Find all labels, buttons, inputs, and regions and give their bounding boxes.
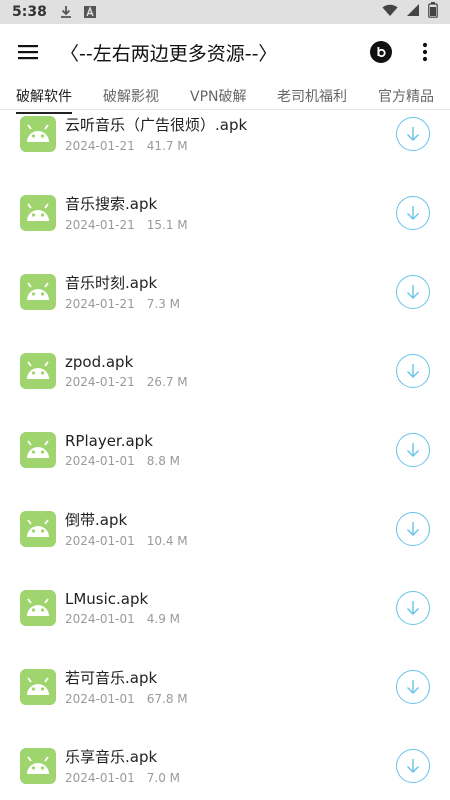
arrow-down-icon xyxy=(407,363,419,378)
list-item[interactable]: 音乐搜索.apk 2024-01-21 15.1 M xyxy=(0,173,450,252)
battery-icon xyxy=(428,2,438,22)
status-bar: 5:38 xyxy=(0,0,450,24)
download-button[interactable] xyxy=(396,669,430,704)
tab-cracked-software[interactable]: 破解软件 xyxy=(16,80,72,114)
download-button[interactable] xyxy=(396,590,430,625)
file-size: 7.0 M xyxy=(146,771,181,785)
arrow-down-icon xyxy=(407,758,419,773)
tab-cracked-video[interactable]: 破解影视 xyxy=(103,80,159,112)
menu-icon[interactable] xyxy=(14,38,42,66)
file-size: 41.7 M xyxy=(146,139,188,153)
android-icon xyxy=(20,431,56,468)
font-icon xyxy=(83,5,97,19)
file-date: 2024-01-01 xyxy=(65,611,135,626)
file-name: 音乐搜索.apk xyxy=(65,195,158,213)
file-list: 云听音乐（广告很烦）.apk 2024-01-21 41.7 M 音乐搜索.apk… xyxy=(0,110,450,800)
wifi-icon xyxy=(382,3,398,21)
arrow-down-icon xyxy=(407,442,419,457)
status-right-icons xyxy=(382,2,438,22)
file-date: 2024-01-21 xyxy=(65,297,135,311)
list-item[interactable]: 倒带.apk 2024-01-01 10.4 M xyxy=(0,489,450,568)
file-size: 7.3 M xyxy=(146,297,181,311)
file-date: 2024-01-01 xyxy=(65,692,135,706)
file-date: 2024-01-01 xyxy=(65,534,135,548)
arrow-down-icon xyxy=(407,205,419,220)
download-button[interactable] xyxy=(396,353,430,388)
android-icon xyxy=(20,352,56,389)
beats-icon[interactable] xyxy=(370,41,392,63)
file-name: 音乐时刻.apk xyxy=(65,274,158,292)
android-icon xyxy=(20,747,56,784)
tab-driver-welfare[interactable]: 老司机福利 xyxy=(277,80,347,112)
android-icon xyxy=(20,589,56,626)
list-item[interactable]: RPlayer.apk 2024-01-01 8.8 M xyxy=(0,410,450,489)
download-button[interactable] xyxy=(396,116,430,151)
file-size: 4.9 M xyxy=(146,611,181,626)
file-name: RPlayer.apk xyxy=(65,431,153,450)
download-button[interactable] xyxy=(396,274,430,309)
file-name: 乐享音乐.apk xyxy=(65,748,158,766)
arrow-down-icon xyxy=(407,126,419,141)
download-button[interactable] xyxy=(396,432,430,467)
file-date: 2024-01-21 xyxy=(65,139,135,153)
file-name: 若可音乐.apk xyxy=(65,669,158,687)
file-size: 15.1 M xyxy=(146,218,188,232)
status-time: 5:38 xyxy=(12,4,47,20)
list-item[interactable]: 音乐时刻.apk 2024-01-21 7.3 M xyxy=(0,252,450,331)
signal-icon xyxy=(406,3,420,21)
android-icon xyxy=(20,194,56,231)
download-button[interactable] xyxy=(396,511,430,546)
list-item[interactable]: 若可音乐.apk 2024-01-01 67.8 M xyxy=(0,647,450,726)
file-date: 2024-01-21 xyxy=(65,218,135,232)
download-icon xyxy=(59,5,73,19)
android-icon xyxy=(20,510,56,547)
file-size: 26.7 M xyxy=(146,374,188,389)
page-title: 〈--左右两边更多资源--〉 xyxy=(60,42,278,65)
tab-official-picks[interactable]: 官方精品 xyxy=(378,80,434,112)
file-date: 2024-01-01 xyxy=(65,453,135,468)
arrow-down-icon xyxy=(407,679,419,694)
file-date: 2024-01-21 xyxy=(65,374,135,389)
file-name: 倒带.apk xyxy=(65,511,128,529)
tab-vpn[interactable]: VPN破解 xyxy=(190,80,247,112)
more-vert-icon[interactable] xyxy=(414,41,436,63)
list-item[interactable]: LMusic.apk 2024-01-01 4.9 M xyxy=(0,568,450,647)
arrow-down-icon xyxy=(407,521,419,536)
file-size: 67.8 M xyxy=(146,692,188,706)
file-date: 2024-01-01 xyxy=(65,771,135,785)
file-name: 云听音乐（广告很烦）.apk xyxy=(65,116,248,134)
file-size: 8.8 M xyxy=(146,453,181,468)
arrow-down-icon xyxy=(407,600,419,615)
list-item[interactable]: 乐享音乐.apk 2024-01-01 7.0 M xyxy=(0,726,450,800)
list-item[interactable]: 云听音乐（广告很烦）.apk 2024-01-21 41.7 M xyxy=(0,110,450,173)
file-name: zpod.apk xyxy=(65,352,134,371)
category-tabs: 破解软件 破解影视 VPN破解 老司机福利 官方精品 xyxy=(0,80,450,114)
file-size: 10.4 M xyxy=(146,534,188,548)
arrow-down-icon xyxy=(407,284,419,299)
android-icon xyxy=(20,668,56,705)
list-item[interactable]: zpod.apk 2024-01-21 26.7 M xyxy=(0,331,450,410)
android-icon xyxy=(20,115,56,152)
app-bar: 〈--左右两边更多资源--〉 xyxy=(0,24,450,80)
android-icon xyxy=(20,273,56,310)
download-button[interactable] xyxy=(396,748,430,783)
download-button[interactable] xyxy=(396,195,430,230)
file-name: LMusic.apk xyxy=(65,589,149,608)
